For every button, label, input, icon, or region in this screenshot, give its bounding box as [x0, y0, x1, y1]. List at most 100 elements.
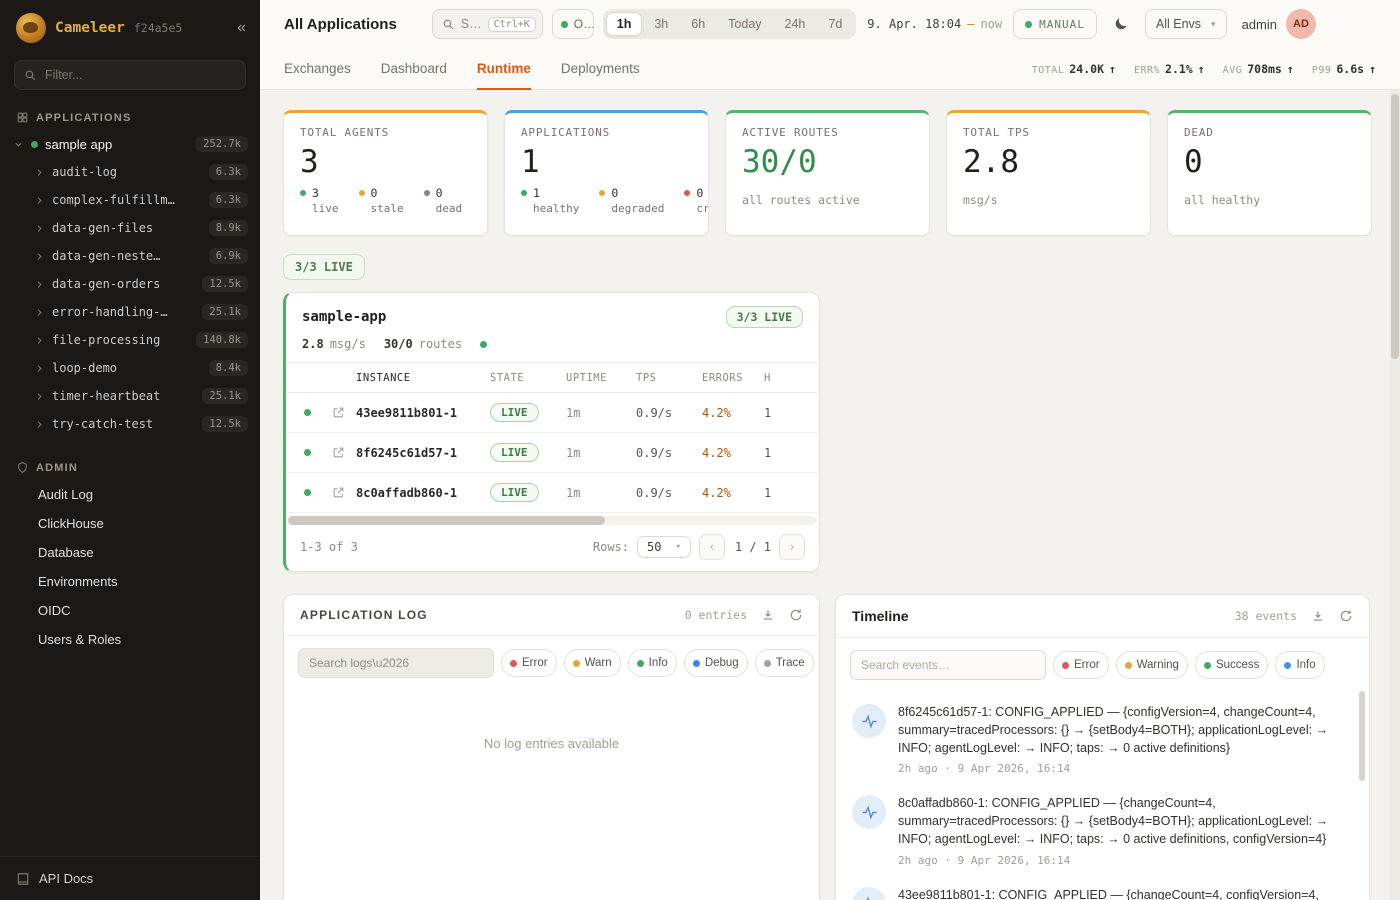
log-filter-trace[interactable]: Trace	[755, 649, 814, 677]
stat-p99: P99 6.6s ↑	[1312, 62, 1376, 76]
time-range-6h[interactable]: 6h	[680, 12, 716, 36]
timeline-event[interactable]: 43ee9811b801-1: CONFIG_APPLIED — {change…	[852, 877, 1349, 900]
filter-label: Info	[1296, 659, 1315, 671]
errors-cell: 4.2%	[702, 446, 764, 460]
stat-label: P99	[1312, 65, 1332, 76]
status-dot	[304, 489, 311, 496]
book-icon	[16, 872, 30, 886]
scrollbar-thumb[interactable]	[1391, 94, 1399, 359]
sidebar-item-database[interactable]: Database	[0, 538, 260, 567]
main-scrollbar[interactable]	[1390, 90, 1400, 900]
sub-count: 0	[371, 186, 378, 200]
timeline-filter-info[interactable]: Info	[1275, 651, 1324, 679]
sidebar-item-timer-heartbeat[interactable]: timer-heartbeat 25.1k	[0, 382, 260, 410]
brand-name: Cameleer	[55, 20, 125, 36]
sidebar-item-loop-demo[interactable]: loop-demo 8.4k	[0, 354, 260, 382]
rows-per-page-select[interactable]: 50 ▾	[637, 536, 691, 558]
sidebar-item-environments[interactable]: Environments	[0, 567, 260, 596]
sidebar-item-users-roles[interactable]: Users & Roles	[0, 625, 260, 654]
environment-select[interactable]: All Envs ▾	[1145, 9, 1227, 39]
download-icon[interactable]	[1311, 609, 1325, 623]
api-docs-link[interactable]: API Docs	[0, 856, 260, 900]
sidebar-filter-input[interactable]	[14, 60, 246, 90]
external-link-icon[interactable]	[320, 446, 356, 459]
timeline-event[interactable]: 8f6245c61d57-1: CONFIG_APPLIED — {config…	[852, 694, 1349, 785]
app-card-title[interactable]: sample-app	[302, 309, 386, 325]
status-dot	[1284, 662, 1291, 669]
table-row[interactable]: 8c0affadb860-1 LIVE 1m 0.9/s 4.2% 1	[286, 473, 819, 513]
routes-unit: routes	[419, 337, 462, 351]
sidebar-collapse-icon[interactable]: «	[237, 20, 246, 36]
status-dot	[359, 190, 365, 196]
time-range-1h[interactable]: 1h	[606, 12, 643, 36]
trend-up-icon: ↑	[1109, 62, 1116, 76]
sidebar-item-data-gen-nested[interactable]: data-gen-neste… 6.9k	[0, 242, 260, 270]
external-link-icon[interactable]	[320, 406, 356, 419]
timeline-filter-warning[interactable]: Warning	[1116, 651, 1188, 679]
table-footer: 1-3 of 3 Rows: 50 ▾ ‹ 1 / 1 ›	[286, 525, 819, 571]
scrollbar-thumb[interactable]	[288, 516, 605, 525]
sidebar-item-clickhouse[interactable]: ClickHouse	[0, 509, 260, 538]
live-summary-chip[interactable]: 3/3 LIVE	[283, 254, 365, 280]
brand-id: f24a5e5	[134, 21, 182, 35]
horizontal-scrollbar[interactable]	[288, 516, 817, 525]
date-range-display[interactable]: 9. Apr. 18:04 — now	[867, 17, 1002, 31]
timeline-search-input[interactable]	[850, 650, 1046, 680]
tab-deployments[interactable]: Deployments	[561, 48, 640, 89]
sidebar-item-oidc[interactable]: OIDC	[0, 596, 260, 625]
sidebar-item-file-processing[interactable]: file-processing 140.8k	[0, 326, 260, 354]
header-stats: TOTAL 24.0K ↑ ERR% 2.1% ↑ AVG 708ms ↑ P9…	[1032, 48, 1376, 89]
col-state: STATE	[490, 372, 566, 384]
next-page-button[interactable]: ›	[779, 534, 805, 560]
sidebar-item-audit-log[interactable]: audit-log 6.3k	[0, 158, 260, 186]
timeline-event[interactable]: 8c0affadb860-1: CONFIG_APPLIED — {change…	[852, 785, 1349, 876]
stat-value: 24.0K	[1069, 62, 1104, 76]
sidebar: Cameleer f24a5e5 « APPLICATIONS sample a…	[0, 0, 260, 900]
time-range-3h[interactable]: 3h	[643, 12, 679, 36]
sidebar-item-audit-log-admin[interactable]: Audit Log	[0, 480, 260, 509]
prev-page-button[interactable]: ‹	[699, 534, 725, 560]
card-value: 30/0	[742, 145, 913, 179]
sidebar-item-complex-fulfillment[interactable]: complex-fulfillm… 6.3k	[0, 186, 260, 214]
refresh-icon[interactable]	[789, 608, 803, 622]
table-row[interactable]: 43ee9811b801-1 LIVE 1m 0.9/s 4.2% 1	[286, 393, 819, 433]
content: TOTAL AGENTS 3 3 live 0 stale 0	[260, 90, 1400, 900]
sidebar-item-try-catch-test[interactable]: try-catch-test 12.5k	[0, 410, 260, 438]
log-filter-debug[interactable]: Debug	[684, 649, 748, 677]
tab-runtime[interactable]: Runtime	[477, 48, 531, 89]
status-dot	[1062, 662, 1069, 669]
sidebar-item-data-gen-files[interactable]: data-gen-files 8.9k	[0, 214, 260, 242]
time-range-today[interactable]: Today	[717, 12, 772, 36]
time-range-24h[interactable]: 24h	[774, 12, 817, 36]
timeline-filter-success[interactable]: Success	[1195, 651, 1268, 679]
timeline-scrollbar[interactable]	[1359, 691, 1365, 781]
tab-exchanges[interactable]: Exchanges	[284, 48, 351, 89]
table-row[interactable]: 8f6245c61d57-1 LIVE 1m 0.9/s 4.2% 1	[286, 433, 819, 473]
sidebar-item-data-gen-orders[interactable]: data-gen-orders 12.5k	[0, 270, 260, 298]
count-badge: 25.1k	[202, 388, 248, 404]
col-uptime: UPTIME	[566, 372, 636, 384]
online-indicator[interactable]: O…	[552, 9, 594, 39]
time-range-7d[interactable]: 7d	[817, 12, 853, 36]
refresh-icon[interactable]	[1339, 609, 1353, 623]
stat-cards: TOTAL AGENTS 3 3 live 0 stale 0	[283, 110, 1372, 236]
avatar[interactable]: AD	[1286, 9, 1316, 39]
sidebar-item-error-handling[interactable]: error-handling-… 25.1k	[0, 298, 260, 326]
log-filter-warn[interactable]: Warn	[564, 649, 621, 677]
row-range: 1-3 of 3	[300, 540, 358, 554]
timeline-filter-error[interactable]: Error	[1053, 651, 1109, 679]
dark-mode-toggle[interactable]	[1106, 9, 1136, 39]
manual-refresh-toggle[interactable]: MANUAL	[1013, 9, 1097, 39]
tab-dashboard[interactable]: Dashboard	[381, 48, 447, 89]
instance-id: 8f6245c61d57-1	[356, 446, 490, 460]
date-separator: —	[967, 17, 974, 31]
log-filter-error[interactable]: Error	[501, 649, 557, 677]
external-link-icon[interactable]	[320, 486, 356, 499]
log-search-input[interactable]	[298, 648, 494, 678]
download-icon[interactable]	[761, 608, 775, 622]
global-search[interactable]: S… Ctrl+K	[432, 9, 543, 39]
log-filter-info[interactable]: Info	[628, 649, 677, 677]
tps-cell: 0.9/s	[636, 406, 702, 420]
sidebar-item-sample-app[interactable]: sample app 252.7k	[0, 130, 260, 158]
status-dot	[304, 409, 311, 416]
